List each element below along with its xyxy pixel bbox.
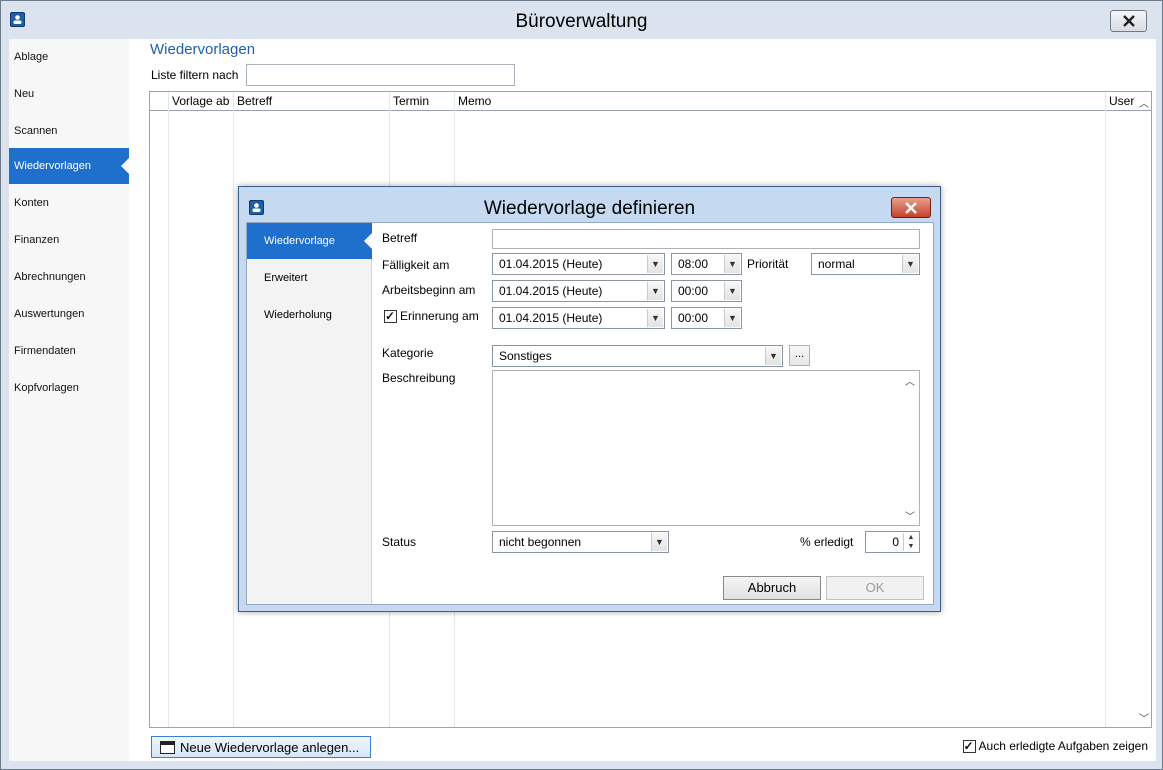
- kategorie-label: Kategorie: [382, 346, 434, 360]
- scroll-up-icon[interactable]: ︿: [1139, 95, 1149, 110]
- dialog-tab-list: Wiedervorlage Erweitert Wiederholung: [247, 223, 372, 604]
- table-header: Vorlage ab Betreff Termin Memo User: [150, 92, 1151, 111]
- erinnerung-date-select[interactable]: 01.04.2015 (Heute) ▼: [492, 307, 665, 329]
- chevron-down-icon: ▼: [724, 309, 740, 327]
- sidebar-item-auswertungen[interactable]: Auswertungen: [9, 296, 129, 332]
- dialog-title-bar: Wiedervorlage definieren: [239, 187, 940, 222]
- spinner-arrows-icon[interactable]: ▲ ▼: [903, 533, 918, 551]
- filter-label: Liste filtern nach: [151, 68, 239, 82]
- sidebar-item-neu[interactable]: Neu: [9, 76, 129, 112]
- tab-erweitert[interactable]: Erweitert: [247, 260, 372, 296]
- erinnerung-time-value: 00:00: [678, 311, 709, 325]
- erinnerung-label: Erinnerung am: [400, 309, 479, 323]
- status-value: nicht begonnen: [499, 535, 582, 549]
- tab-wiederholung[interactable]: Wiederholung: [247, 297, 372, 333]
- chevron-down-icon: ▼: [724, 282, 740, 300]
- close-button[interactable]: [1110, 10, 1147, 32]
- erinnerung-checkbox[interactable]: [384, 308, 397, 324]
- sidebar-item-firmendaten[interactable]: Firmendaten: [9, 333, 129, 369]
- erledigt-value: 0: [892, 535, 899, 549]
- arbeitsbeginn-date-value: 01.04.2015 (Heute): [499, 284, 603, 298]
- sidebar-item-kopfvorlagen[interactable]: Kopfvorlagen: [9, 370, 129, 406]
- sidebar-item-finanzen[interactable]: Finanzen: [9, 222, 129, 258]
- new-wiedervorlage-label: Neue Wiedervorlage anlegen...: [180, 739, 360, 755]
- dialog-body: Wiedervorlage Erweitert Wiederholung Bet…: [246, 222, 934, 605]
- dialog-close-button[interactable]: [891, 197, 931, 218]
- chevron-down-icon: ▼: [647, 282, 663, 300]
- betreff-label: Betreff: [382, 231, 418, 245]
- column-header-vorlage-ab[interactable]: Vorlage ab: [172, 94, 229, 108]
- ok-button[interactable]: OK: [826, 576, 924, 600]
- erinnerung-date-value: 01.04.2015 (Heute): [499, 311, 603, 325]
- scroll-up-icon[interactable]: ︿: [905, 373, 915, 388]
- sidebar: Ablage Neu Scannen Wiedervorlagen Konten…: [9, 39, 129, 761]
- app-window: Büroverwaltung Ablage Neu Scannen Wieder…: [0, 0, 1163, 770]
- show-done-checkbox[interactable]: [962, 738, 976, 754]
- chevron-down-icon: ▼: [902, 255, 918, 273]
- column-header-betreff[interactable]: Betreff: [237, 94, 272, 108]
- tab-wiedervorlage[interactable]: Wiedervorlage: [247, 223, 372, 259]
- sidebar-item-konten[interactable]: Konten: [9, 185, 129, 221]
- column-header-memo[interactable]: Memo: [458, 94, 491, 108]
- erinnerung-toggle[interactable]: Erinnerung am: [384, 308, 479, 324]
- bottom-bar: Neue Wiedervorlage anlegen... Auch erled…: [149, 736, 1152, 760]
- prioritaet-value: normal: [818, 257, 855, 271]
- column-header-termin[interactable]: Termin: [393, 94, 429, 108]
- scroll-down-icon[interactable]: ﹀: [905, 508, 915, 523]
- chevron-down-icon: ▼: [765, 347, 781, 365]
- faelligkeit-date-value: 01.04.2015 (Heute): [499, 257, 603, 271]
- faelligkeit-date-select[interactable]: 01.04.2015 (Heute) ▼: [492, 253, 665, 275]
- erinnerung-time-select[interactable]: 00:00 ▼: [671, 307, 742, 329]
- show-done-label: Auch erledigte Aufgaben zeigen: [978, 739, 1148, 753]
- show-done-toggle[interactable]: Auch erledigte Aufgaben zeigen: [962, 738, 1148, 754]
- column-divider: [233, 92, 234, 727]
- title-bar: Büroverwaltung: [1, 1, 1162, 39]
- chevron-down-icon: ▼: [724, 255, 740, 273]
- calendar-icon: [160, 740, 175, 754]
- betreff-input[interactable]: [492, 229, 920, 249]
- page-title: Wiedervorlagen: [150, 41, 256, 58]
- wiedervorlage-dialog: Wiedervorlage definieren Wiedervorlage E…: [238, 186, 941, 612]
- close-icon: [905, 201, 917, 214]
- arbeitsbeginn-date-select[interactable]: 01.04.2015 (Heute) ▼: [492, 280, 665, 302]
- prioritaet-select[interactable]: normal ▼: [811, 253, 920, 275]
- chevron-down-icon: ▼: [651, 533, 667, 551]
- chevron-down-icon: ▼: [647, 255, 663, 273]
- sidebar-item-ablage[interactable]: Ablage: [9, 39, 129, 75]
- column-divider: [168, 92, 169, 727]
- scroll-down-icon[interactable]: ﹀: [1139, 710, 1149, 725]
- kategorie-select[interactable]: Sonstiges ▼: [492, 345, 783, 367]
- column-header-user[interactable]: User: [1109, 94, 1134, 108]
- kategorie-more-button[interactable]: ...: [789, 345, 810, 366]
- erledigt-label: % erledigt: [800, 535, 854, 549]
- cancel-button[interactable]: Abbruch: [723, 576, 821, 600]
- faelligkeit-label: Fälligkeit am: [382, 258, 450, 272]
- arbeitsbeginn-time-select[interactable]: 00:00 ▼: [671, 280, 742, 302]
- new-wiedervorlage-button[interactable]: Neue Wiedervorlage anlegen...: [151, 736, 371, 758]
- arbeitsbeginn-time-value: 00:00: [678, 284, 709, 298]
- beschreibung-label: Beschreibung: [382, 371, 456, 385]
- beschreibung-textarea[interactable]: ︿ ﹀: [492, 370, 920, 526]
- faelligkeit-time-select[interactable]: 08:00 ▼: [671, 253, 742, 275]
- erledigt-spinner[interactable]: 0 ▲ ▼: [865, 531, 920, 553]
- arbeitsbeginn-label: Arbeitsbeginn am: [382, 283, 476, 297]
- faelligkeit-time-value: 08:00: [678, 257, 709, 271]
- sidebar-item-scannen[interactable]: Scannen: [9, 113, 129, 149]
- column-divider: [1105, 92, 1106, 727]
- kategorie-value: Sonstiges: [499, 349, 552, 363]
- filter-input[interactable]: [246, 64, 515, 86]
- status-select[interactable]: nicht begonnen ▼: [492, 531, 669, 553]
- sidebar-item-wiedervorlagen[interactable]: Wiedervorlagen: [9, 148, 129, 184]
- sidebar-item-abrechnungen[interactable]: Abrechnungen: [9, 259, 129, 295]
- status-label: Status: [382, 535, 417, 549]
- window-title: Büroverwaltung: [515, 11, 648, 32]
- chevron-down-icon: ▼: [647, 309, 663, 327]
- dialog-title: Wiedervorlage definieren: [483, 198, 696, 219]
- close-icon: [1122, 15, 1135, 27]
- prioritaet-label: Priorität: [747, 257, 789, 271]
